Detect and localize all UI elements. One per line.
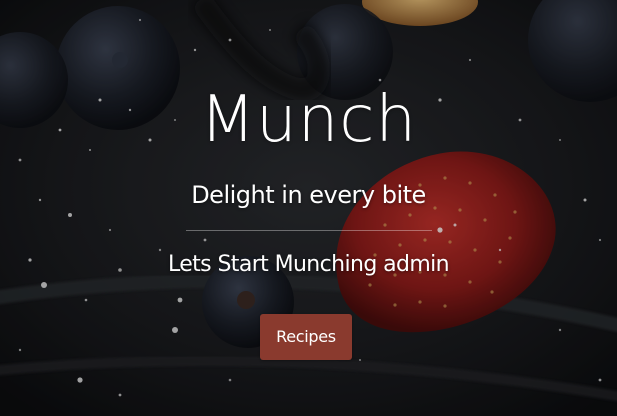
hero-tagline: Delight in every bite [191, 181, 426, 209]
hero-divider [186, 230, 432, 231]
hero-section: Munch Delight in every bite Lets Start M… [0, 0, 617, 416]
hero-content: Munch Delight in every bite Lets Start M… [0, 0, 617, 416]
hero-welcome-text: Lets Start Munching admin [167, 252, 450, 277]
hero-title: Munch [199, 83, 418, 157]
recipes-button[interactable]: Recipes [260, 314, 352, 360]
